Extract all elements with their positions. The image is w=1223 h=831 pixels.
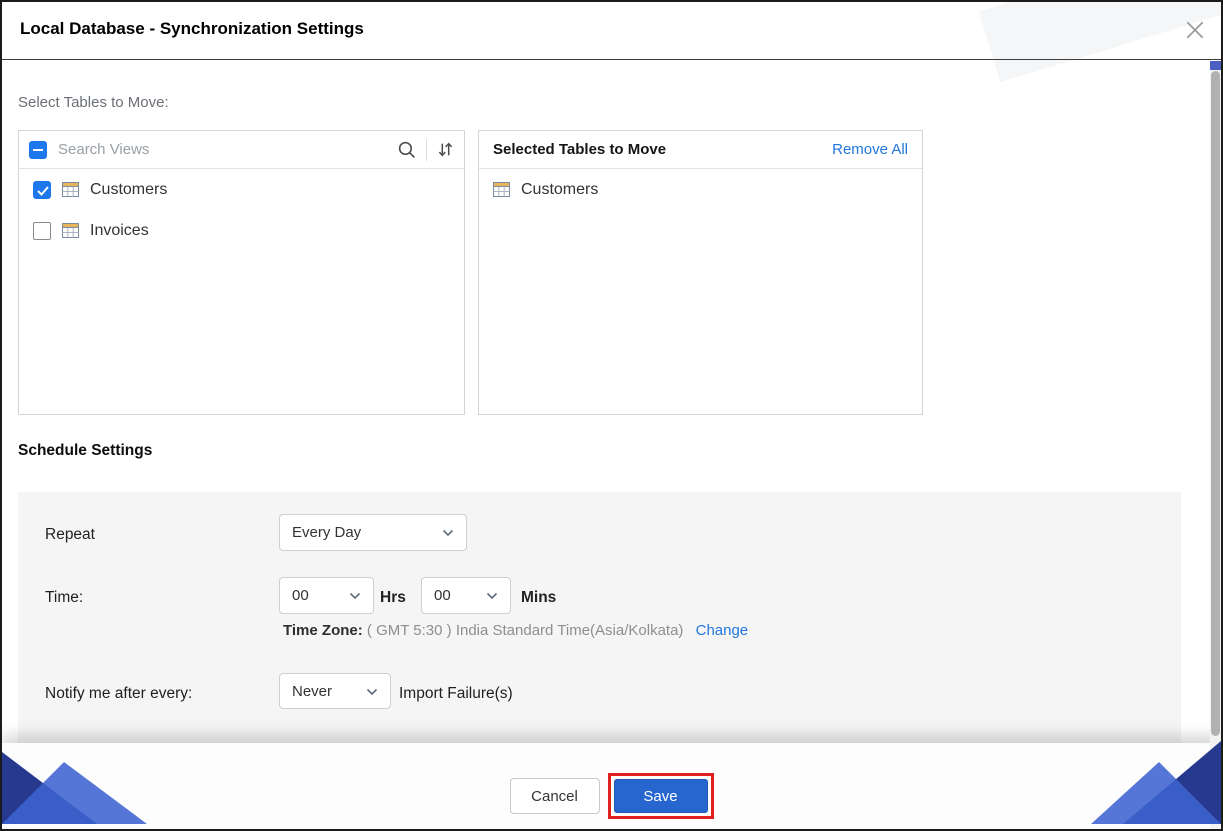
table-icon: [62, 223, 79, 238]
repeat-label: Repeat: [45, 526, 95, 544]
select-tables-label: Select Tables to Move:: [18, 94, 169, 111]
save-annotation-highlight: Save: [608, 773, 714, 819]
scrollbar-accent: [1210, 61, 1221, 70]
close-icon[interactable]: [1183, 18, 1207, 42]
sort-icon[interactable]: [437, 141, 454, 158]
available-tables-panel: Customers Invoices: [18, 130, 465, 415]
search-input[interactable]: [58, 141, 397, 158]
dialog-header: Local Database - Synchronization Setting…: [0, 0, 1223, 60]
minutes-dropdown[interactable]: 00: [421, 577, 511, 614]
schedule-settings-panel: Repeat Every Day Time: 00 Hrs 00 Mins Ti…: [18, 492, 1181, 744]
minutes-unit-label: Mins: [521, 589, 556, 607]
search-icon[interactable]: [397, 140, 416, 159]
footer-buttons: Cancel Save: [510, 773, 714, 819]
table-icon: [62, 182, 79, 197]
selected-tables-header: Selected Tables to Move Remove All: [479, 131, 922, 169]
cancel-button[interactable]: Cancel: [510, 778, 600, 814]
hours-dropdown[interactable]: 00: [279, 577, 374, 614]
selected-tables-title: Selected Tables to Move: [493, 141, 666, 158]
toolbar-divider: [426, 139, 427, 161]
notify-suffix-label: Import Failure(s): [399, 685, 513, 703]
notify-label: Notify me after every:: [45, 685, 192, 703]
available-tables-toolbar: [19, 131, 464, 169]
select-all-checkbox[interactable]: [29, 141, 47, 159]
invoices-checkbox[interactable]: [33, 222, 51, 240]
table-name: Customers: [90, 181, 167, 199]
time-label: Time:: [45, 589, 83, 607]
chevron-down-icon: [486, 587, 498, 604]
background-corner-right: [1091, 729, 1221, 829]
timezone-label: Time Zone:: [283, 622, 363, 639]
timezone-line: Time Zone: ( GMT 5:30 ) India Standard T…: [283, 622, 748, 639]
chevron-down-icon: [349, 587, 361, 604]
table-icon: [493, 182, 510, 197]
selected-table-name: Customers: [521, 181, 598, 199]
save-button[interactable]: Save: [614, 779, 708, 813]
chevron-down-icon: [366, 683, 378, 700]
table-row-invoices[interactable]: Invoices: [19, 210, 464, 251]
vertical-scrollbar[interactable]: [1210, 61, 1221, 829]
selected-tables-panel: Selected Tables to Move Remove All Custo…: [478, 130, 923, 415]
dialog-title: Local Database - Synchronization Setting…: [20, 19, 364, 39]
hours-value: 00: [292, 587, 309, 604]
schedule-settings-heading: Schedule Settings: [18, 442, 152, 460]
repeat-dropdown[interactable]: Every Day: [279, 514, 467, 551]
customers-checkbox[interactable]: [33, 181, 51, 199]
selected-table-row: Customers: [479, 169, 922, 210]
dialog-footer: Cancel Save: [2, 743, 1221, 829]
timezone-change-link[interactable]: Change: [696, 622, 749, 639]
chevron-down-icon: [442, 524, 454, 541]
repeat-value: Every Day: [292, 524, 361, 541]
timezone-value: ( GMT 5:30 ) India Standard Time(Asia/Ko…: [367, 622, 684, 639]
background-corner-left: [2, 734, 152, 829]
table-row-customers[interactable]: Customers: [19, 169, 464, 210]
minutes-value: 00: [434, 587, 451, 604]
table-name: Invoices: [90, 222, 149, 240]
remove-all-link[interactable]: Remove All: [832, 141, 908, 158]
scrollbar-thumb[interactable]: [1211, 71, 1220, 736]
notify-dropdown[interactable]: Never: [279, 673, 391, 709]
hours-unit-label: Hrs: [380, 589, 406, 607]
notify-value: Never: [292, 683, 332, 700]
